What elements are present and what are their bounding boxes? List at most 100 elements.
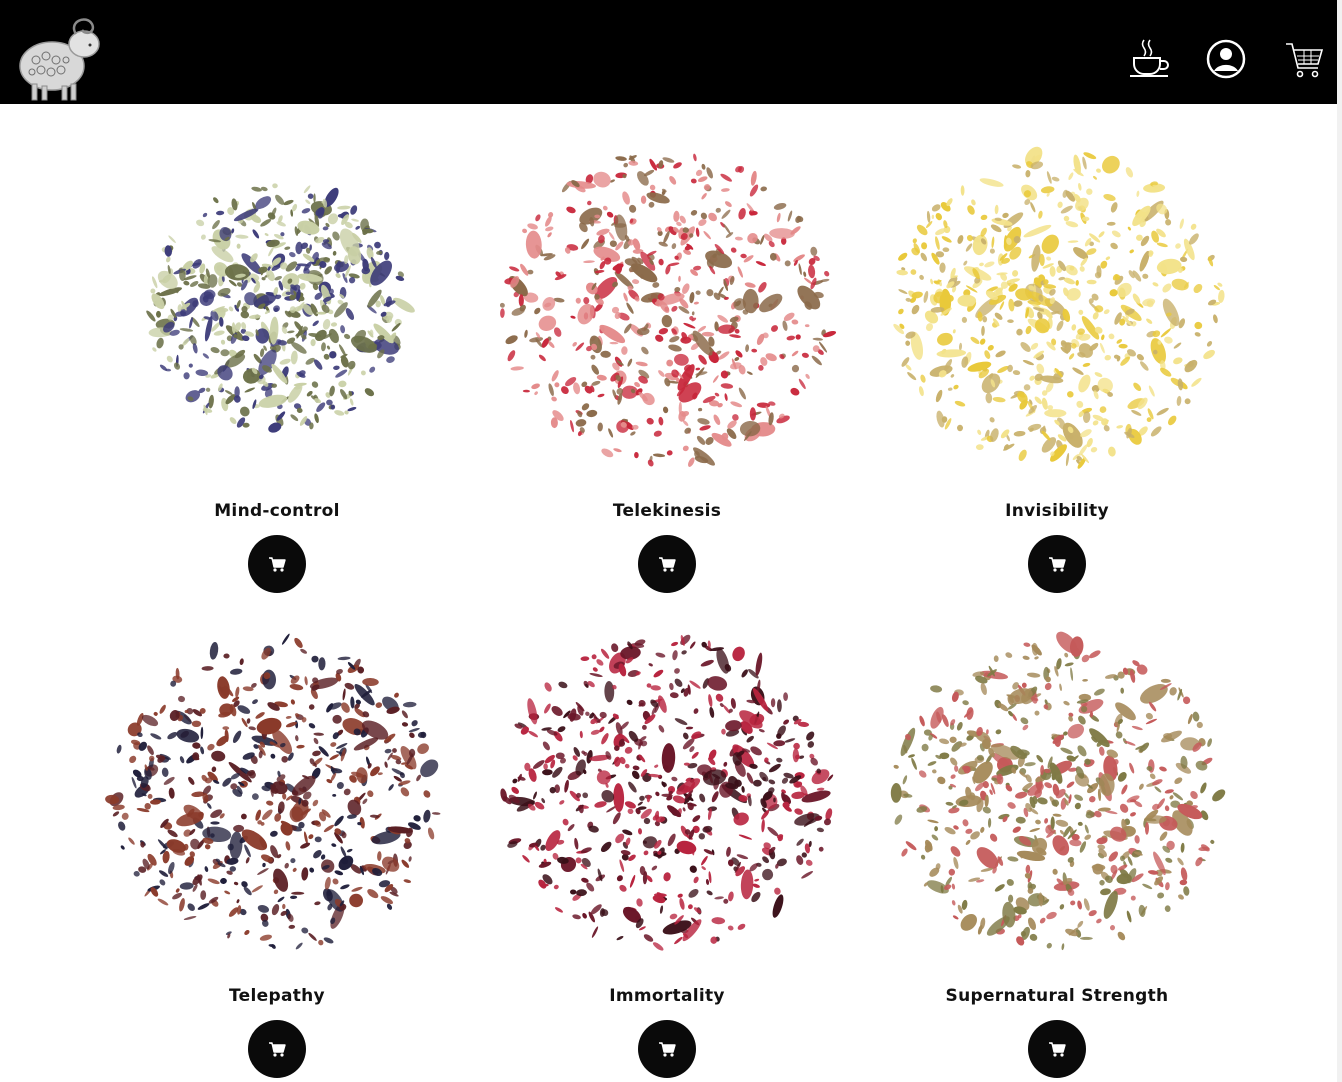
hibiscus-tea-pile[interactable] <box>482 599 852 979</box>
tea-leaf <box>205 387 211 392</box>
tea-leaf <box>651 865 658 871</box>
tea-leaf <box>1104 354 1112 361</box>
ram-logo[interactable] <box>14 12 104 104</box>
tea-leaf <box>755 652 763 676</box>
add-to-cart-button[interactable] <box>638 1020 696 1078</box>
tea-leaf <box>696 435 706 445</box>
tea-leaf <box>734 356 740 362</box>
tea-leaf <box>346 848 353 853</box>
tea-leaf <box>1130 895 1136 901</box>
herbal-rose-tea-pile[interactable] <box>872 599 1242 979</box>
tea-leaf <box>1030 202 1036 213</box>
tea-leaf <box>609 341 619 345</box>
product-name[interactable]: Mind-control <box>82 501 472 521</box>
tea-leaf <box>1110 242 1118 250</box>
tea-leaf <box>715 693 724 702</box>
product-name[interactable]: Telepathy <box>82 986 472 1006</box>
account-icon[interactable] <box>1205 38 1247 80</box>
tea-leaf <box>313 732 324 736</box>
tea-leaf <box>237 705 251 714</box>
tea-leaf <box>572 341 577 347</box>
product-name[interactable]: Supernatural Strength <box>862 986 1252 1006</box>
tea-leaf <box>246 718 251 724</box>
blue-butterfly-pea-tea-pile[interactable] <box>92 114 462 494</box>
tea-leaf <box>1118 343 1128 349</box>
cart-icon <box>1049 557 1066 572</box>
tea-leaf <box>652 453 666 458</box>
tea-leaf <box>1098 231 1105 238</box>
tea-leaf <box>934 826 939 832</box>
tea-leaf <box>290 858 296 864</box>
tea-leaf <box>682 445 689 452</box>
tea-leaf <box>1069 839 1082 847</box>
tea-leaf <box>222 726 230 730</box>
tea-leaf <box>939 262 946 273</box>
tea-leaf <box>979 338 986 345</box>
tea-leaf <box>384 748 392 754</box>
tea-leaf <box>1212 789 1226 802</box>
tea-leaf <box>312 750 321 757</box>
tea-leaf <box>543 763 548 770</box>
tea-leaf <box>1164 905 1171 912</box>
tea-leaf <box>236 243 241 249</box>
tea-leaf <box>1190 223 1197 230</box>
tea-leaf <box>202 212 208 218</box>
tea-leaf <box>597 422 603 432</box>
tea-leaf <box>937 776 946 785</box>
tea-leaf <box>541 798 546 804</box>
chamomile-tea-pile[interactable] <box>872 114 1242 494</box>
tea-leaf <box>963 260 968 266</box>
tea-leaf <box>602 205 608 211</box>
tea-leaf <box>804 324 810 328</box>
tea-leaf <box>366 247 374 260</box>
tea-leaf <box>984 261 995 268</box>
shopping-cart-icon[interactable] <box>1282 38 1326 82</box>
tea-leaf <box>1121 784 1128 795</box>
tea-leaf <box>332 714 342 724</box>
tea-leaf <box>728 891 734 902</box>
tea-leaf <box>1086 279 1097 285</box>
tea-leaf <box>1030 342 1039 350</box>
tea-leaf <box>791 319 799 325</box>
tea-leaf <box>1075 280 1079 286</box>
tea-leaf <box>947 387 953 391</box>
tea-leaf <box>590 354 596 360</box>
tea-leaf <box>1079 266 1085 272</box>
tea-leaf <box>948 868 956 876</box>
product-name[interactable]: Telekinesis <box>472 501 862 521</box>
tea-leaf <box>811 769 830 785</box>
tea-leaf <box>236 899 240 904</box>
tea-leaf <box>220 339 226 345</box>
tea-leaf <box>1117 931 1126 941</box>
add-to-cart-button[interactable] <box>248 535 306 593</box>
product-name[interactable]: Immortality <box>472 986 862 1006</box>
tea-leaf <box>759 293 783 313</box>
tea-leaf <box>773 740 786 747</box>
tea-leaf <box>796 838 804 846</box>
tea-leaf <box>1218 289 1225 303</box>
tea-leaf <box>197 903 210 910</box>
tea-leaf <box>128 837 135 845</box>
rooibos-berry-tea-pile[interactable] <box>92 599 462 979</box>
tea-leaf <box>262 669 277 690</box>
tea-leaf <box>542 297 556 311</box>
tea-leaf <box>175 888 180 893</box>
add-to-cart-button[interactable] <box>248 1020 306 1078</box>
tea-leaf <box>912 238 917 244</box>
add-to-cart-button[interactable] <box>1028 535 1086 593</box>
add-to-cart-button[interactable] <box>1028 1020 1086 1078</box>
red-fruit-tea-pile[interactable] <box>482 114 852 494</box>
tea-leaf <box>168 861 175 875</box>
tea-leaf <box>589 672 603 678</box>
add-to-cart-button[interactable] <box>638 535 696 593</box>
product-name[interactable]: Invisibility <box>862 501 1252 521</box>
tea-leaf <box>693 447 715 466</box>
tea-cup-icon[interactable] <box>1128 36 1172 80</box>
tea-leaf <box>720 370 729 379</box>
tea-leaf <box>816 787 825 791</box>
tea-leaf <box>277 896 285 903</box>
tea-leaf <box>150 288 156 294</box>
tea-leaf <box>331 843 337 847</box>
tea-leaf <box>347 406 357 412</box>
scrollbar[interactable] <box>1337 0 1342 1082</box>
